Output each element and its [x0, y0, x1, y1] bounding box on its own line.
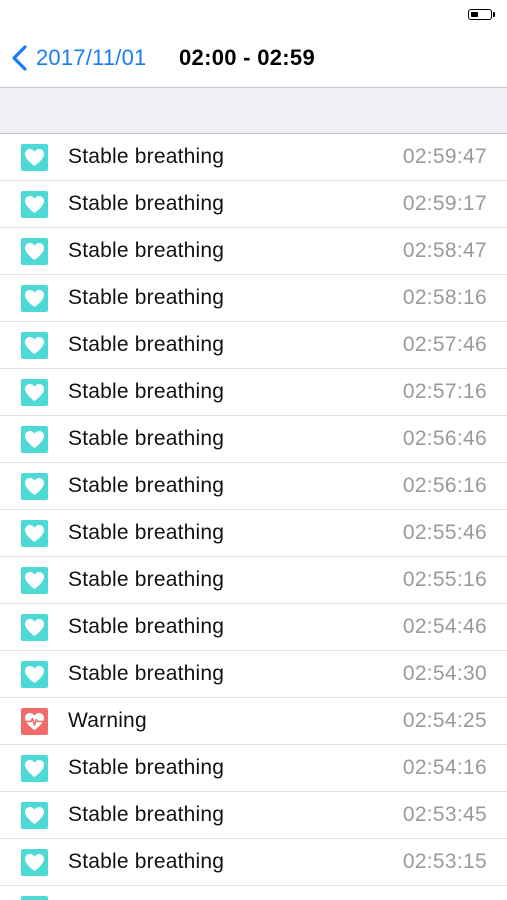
heart-icon — [21, 426, 48, 453]
heart-icon — [21, 238, 48, 265]
list-item-time: 02:54:46 — [402, 615, 487, 638]
heart-icon — [21, 144, 48, 171]
list-item-time: 02:57:16 — [402, 380, 487, 403]
list-item[interactable]: Stable breathing 02:59:17 — [0, 181, 507, 228]
back-button[interactable]: 2017/11/01 — [10, 41, 146, 75]
list-item-label: Stable breathing — [68, 803, 225, 826]
list-item-time: 02:58:16 — [402, 286, 487, 309]
list-item-label: Stable breathing — [68, 286, 225, 309]
list-item[interactable]: Stable breathing 02:56:16 — [0, 463, 507, 510]
list-item[interactable]: Stable breathing 02:54:46 — [0, 604, 507, 651]
list-item[interactable] — [0, 886, 507, 900]
list-item[interactable]: Stable breathing 02:54:16 — [0, 745, 507, 792]
list-item-time: 02:54:16 — [402, 756, 487, 779]
heart-icon — [21, 802, 48, 829]
chevron-left-icon — [12, 45, 27, 71]
heart-icon — [21, 285, 48, 312]
list-item-label: Stable breathing — [68, 850, 225, 873]
list-item-label: Stable breathing — [68, 239, 225, 262]
heart-icon — [21, 379, 48, 406]
list-item-label: Stable breathing — [68, 427, 225, 450]
heart-icon — [21, 191, 48, 218]
section-header — [0, 87, 507, 134]
list-item[interactable]: Stable breathing 02:55:46 — [0, 510, 507, 557]
list-item[interactable]: Warning 02:54:25 — [0, 698, 507, 745]
heart-icon — [21, 661, 48, 688]
list-item-label: Stable breathing — [68, 333, 225, 356]
list-item-label: Stable breathing — [68, 662, 225, 685]
list-item-time: 02:57:46 — [402, 333, 487, 356]
list-item[interactable]: Stable breathing 02:54:30 — [0, 651, 507, 698]
list-item[interactable]: Stable breathing 02:58:47 — [0, 228, 507, 275]
heart-icon — [21, 614, 48, 641]
list-item-time: 02:56:16 — [402, 474, 487, 497]
list-item-time: 02:59:17 — [402, 192, 487, 215]
list-item-time: 02:55:16 — [402, 568, 487, 591]
list-item-time: 02:59:47 — [402, 145, 487, 168]
list-item[interactable]: Stable breathing 02:56:46 — [0, 416, 507, 463]
heart-icon — [21, 473, 48, 500]
heart-icon — [21, 567, 48, 594]
list-item[interactable]: Stable breathing 02:58:16 — [0, 275, 507, 322]
list-item[interactable]: Stable breathing 02:53:45 — [0, 792, 507, 839]
list-item-time: 02:58:47 — [402, 239, 487, 262]
heart-icon — [21, 755, 48, 782]
list-item-label: Warning — [68, 709, 147, 732]
battery-cap — [493, 12, 495, 17]
list-item[interactable]: Stable breathing 02:57:16 — [0, 369, 507, 416]
list-item-time: 02:56:46 — [402, 427, 487, 450]
heart-icon — [21, 849, 48, 876]
heart-icon — [21, 520, 48, 547]
navigation-bar: 2017/11/01 02:00 - 02:59 — [0, 30, 507, 87]
list-item-label: Stable breathing — [68, 380, 225, 403]
event-list[interactable]: Stable breathing 02:59:47 Stable breathing… — [0, 134, 507, 900]
list-item-time: 02:55:46 — [402, 521, 487, 544]
back-button-label: 2017/11/01 — [36, 45, 147, 70]
list-item[interactable]: Stable breathing 02:57:46 — [0, 322, 507, 369]
heart-icon — [21, 332, 48, 359]
battery-level — [470, 11, 478, 17]
list-item-time: 02:53:45 — [402, 803, 487, 826]
list-item-label: Stable breathing — [68, 192, 225, 215]
list-item-time: 02:53:15 — [402, 850, 487, 873]
list-item-label: Stable breathing — [68, 521, 225, 544]
list-item[interactable]: Stable breathing 02:53:15 — [0, 839, 507, 886]
list-item-time: 02:54:25 — [402, 709, 487, 732]
list-item-label: Stable breathing — [68, 474, 225, 497]
battery-icon — [468, 9, 492, 20]
heart-pulse-icon — [21, 708, 48, 735]
list-item-label: Stable breathing — [68, 568, 225, 591]
list-item-label: Stable breathing — [68, 756, 225, 779]
list-item-label: Stable breathing — [68, 145, 225, 168]
list-item-label: Stable breathing — [68, 615, 225, 638]
list-item[interactable]: Stable breathing 02:55:16 — [0, 557, 507, 604]
list-item[interactable]: Stable breathing 02:59:47 — [0, 134, 507, 181]
status-bar — [0, 0, 507, 30]
page-title: 02:00 - 02:59 — [179, 45, 315, 70]
list-item-time: 02:54:30 — [402, 662, 487, 685]
heart-icon — [21, 896, 48, 900]
